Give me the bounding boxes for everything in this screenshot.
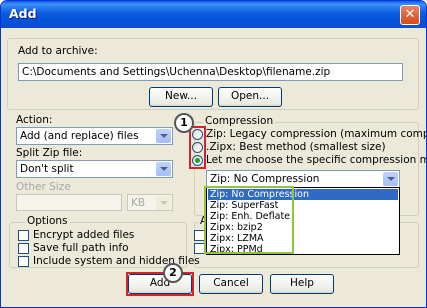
cancel-button[interactable]: Cancel <box>199 274 263 294</box>
action-select[interactable]: Add (and replace) files <box>16 127 173 145</box>
highlight-radios <box>189 126 206 169</box>
method-value: Zip: No Compression <box>210 173 320 185</box>
close-icon[interactable]: ✕ <box>400 5 420 25</box>
add-dialog: Add ✕ Add to archive: C:\Documents and S… <box>0 0 427 308</box>
encrypt-checkbox[interactable] <box>18 230 29 241</box>
help-button[interactable]: Help <box>270 274 334 294</box>
radio-zipx-best-label: .Zipx: Best method (smallest size) <box>206 141 386 153</box>
save-path-label: Save full path info <box>33 242 129 254</box>
encrypt-label: Encrypt added files <box>33 229 135 241</box>
compression-label: Compression <box>203 115 276 127</box>
split-value: Don't split <box>20 163 74 175</box>
chevron-down-icon <box>156 196 171 210</box>
archive-path-input[interactable]: C:\Documents and Settings\Uchenna\Deskto… <box>18 63 403 81</box>
callout-one: 1 <box>174 113 194 133</box>
size-unit-select[interactable]: KB <box>127 194 173 211</box>
other-size-input[interactable] <box>16 194 122 211</box>
archive-path-value: C:\Documents and Settings\Uchenna\Deskto… <box>22 66 331 78</box>
size-unit-value: KB <box>131 197 146 209</box>
title-bar[interactable]: Add ✕ <box>1 1 426 28</box>
chevron-down-icon <box>156 162 171 176</box>
split-select[interactable]: Don't split <box>16 160 173 178</box>
action-label: Action: <box>16 114 53 126</box>
open-button[interactable]: Open... <box>218 87 282 107</box>
highlight-methods <box>204 186 294 254</box>
highlight-add-button <box>126 272 194 296</box>
window-title: Add <box>9 6 37 21</box>
archive-label: Add to archive: <box>18 45 98 57</box>
chevron-down-icon <box>156 129 171 143</box>
radio-zip-legacy-label: Zip: Legacy compression (maximum compati… <box>206 128 426 140</box>
radio-choose-method-label: Let me choose the specific compression m… <box>206 154 426 166</box>
include-hidden-checkbox[interactable] <box>18 256 29 267</box>
chevron-down-icon <box>383 172 398 186</box>
other-size-label: Other Size <box>16 181 71 193</box>
callout-two: 2 <box>163 263 183 283</box>
save-path-checkbox[interactable] <box>18 243 29 254</box>
action-value: Add (and replace) files <box>20 130 139 142</box>
options-label: Options <box>25 215 70 227</box>
new-button[interactable]: New... <box>149 87 213 107</box>
split-label: Split Zip file: <box>16 147 83 159</box>
